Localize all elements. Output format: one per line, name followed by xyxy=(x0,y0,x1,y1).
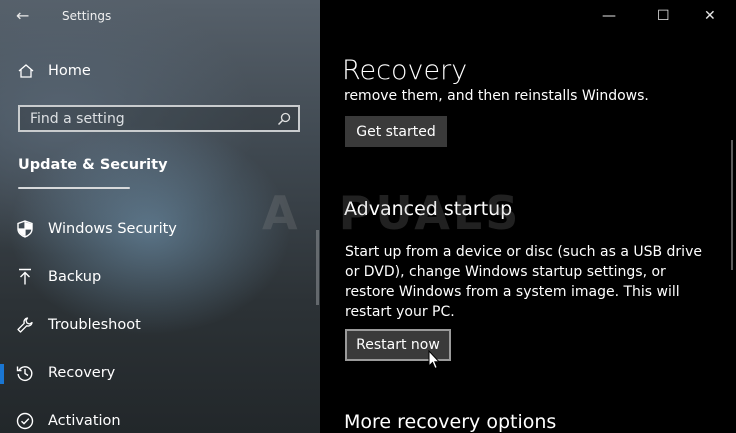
sidebar-item-label: Recovery xyxy=(48,365,116,381)
home-icon xyxy=(18,64,34,78)
minimize-button[interactable]: — xyxy=(602,8,616,24)
sidebar-scrollbar[interactable] xyxy=(316,230,319,305)
more-recovery-options-heading: More recovery options xyxy=(344,411,557,433)
sidebar-item-label: Activation xyxy=(48,413,121,429)
partial-description: remove them, and then reinstalls Windows… xyxy=(344,86,684,104)
backup-arrow-icon xyxy=(19,268,31,285)
section-title: Update & Security xyxy=(18,157,168,173)
sidebar-item-label: Troubleshoot xyxy=(48,317,141,333)
wrench-icon xyxy=(17,317,33,333)
content-scrollbar[interactable] xyxy=(731,140,733,270)
watermark-logo: A PUALS xyxy=(262,186,522,240)
close-button[interactable]: ✕ xyxy=(704,8,716,24)
sidebar-item-label: Windows Security xyxy=(48,221,177,237)
sidebar-item-label: Backup xyxy=(48,269,102,285)
search-placeholder: Find a setting xyxy=(30,111,125,127)
clipped-nav-item xyxy=(18,186,130,190)
maximize-button[interactable]: ☐ xyxy=(657,8,670,24)
get-started-button[interactable]: Get started xyxy=(345,116,447,147)
nav-home-label: Home xyxy=(48,63,91,79)
sidebar-item-windows-security[interactable]: Windows Security xyxy=(16,214,296,244)
selection-indicator xyxy=(0,364,4,384)
search-icon xyxy=(277,112,291,126)
sidebar-item-backup[interactable]: Backup xyxy=(16,262,296,292)
shield-icon xyxy=(17,220,33,238)
history-icon xyxy=(16,366,33,382)
page-title: Recovery xyxy=(342,55,468,86)
window-title: Settings xyxy=(62,9,112,23)
mouse-cursor-icon xyxy=(428,350,440,370)
check-circle-icon xyxy=(16,412,34,430)
sidebar-item-troubleshoot[interactable]: Troubleshoot xyxy=(16,310,296,340)
sidebar-item-recovery[interactable]: Recovery xyxy=(16,358,296,388)
nav-home[interactable]: Home xyxy=(18,63,91,79)
search-input[interactable]: Find a setting xyxy=(18,105,300,132)
advanced-startup-description: Start up from a device or disc (such as … xyxy=(345,244,702,320)
partial-description-text: remove them, and then reinstalls Windows… xyxy=(344,88,649,104)
back-arrow-icon[interactable]: ← xyxy=(16,6,29,25)
sidebar-item-activation[interactable]: Activation xyxy=(16,406,296,433)
